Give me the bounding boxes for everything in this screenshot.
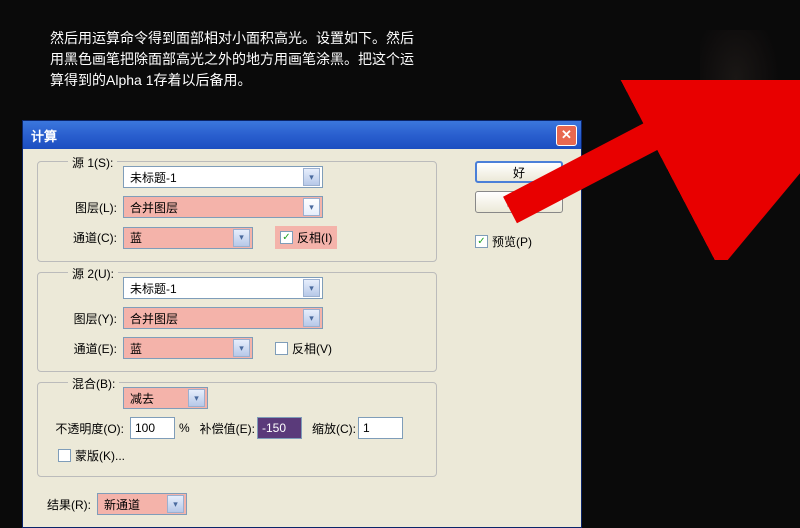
dialog-title: 计算	[31, 126, 57, 145]
source2-label: 源 2(U):	[68, 265, 118, 282]
offset-label: 补偿值(E):	[200, 420, 255, 437]
source1-channel-label: 通道(C):	[48, 229, 123, 246]
dialog-side-buttons: 好 取消 ✓ 预览(P)	[475, 161, 563, 250]
source1-group: 源 1(S): . 未标题-1 ▾ 图层(L): 合并图层 ▾ 通道(C): 蓝	[37, 161, 437, 262]
cancel-button[interactable]: 取消	[475, 191, 563, 213]
chevron-down-icon: ▾	[188, 389, 205, 407]
source2-channel-value: 蓝	[130, 340, 142, 357]
chevron-down-icon: ▾	[303, 309, 320, 327]
source2-layer-label: 图层(Y):	[48, 310, 123, 327]
blend-group: 混合(B): . 减去 ▾ 不透明度(O): 100 % 补偿值(E): -15…	[37, 382, 437, 477]
preview-label: 预览(P)	[492, 233, 532, 250]
source1-layer-label: 图层(L):	[48, 199, 123, 216]
source1-channel-value: 蓝	[130, 229, 142, 246]
checkbox-icon: ✓	[475, 235, 488, 248]
chevron-down-icon: ▾	[303, 198, 320, 216]
source1-invert-label: 反相(I)	[297, 229, 332, 246]
instruction-text: 然后用运算命令得到面部相对小面积高光。设置如下。然后用黑色画笔把除面部高光之外的…	[50, 28, 420, 91]
checkbox-icon	[275, 342, 288, 355]
result-row: 结果(R): 新通道 ▾	[37, 487, 567, 515]
chevron-down-icon: ▾	[233, 339, 250, 357]
preview-checkbox-wrap[interactable]: ✓ 预览(P)	[475, 233, 563, 250]
source2-channel-label: 通道(E):	[48, 340, 123, 357]
mask-label: 蒙版(K)...	[75, 447, 125, 464]
result-label: 结果(R):	[37, 496, 97, 513]
chevron-down-icon: ▾	[233, 229, 250, 247]
opacity-input[interactable]: 100	[130, 417, 175, 439]
source1-layer-select[interactable]: 合并图层 ▾	[123, 196, 323, 218]
scale-label: 缩放(C):	[312, 420, 356, 437]
close-icon: ✕	[561, 127, 572, 143]
dialog-titlebar[interactable]: 计算 ✕	[23, 121, 581, 149]
chevron-down-icon: ▾	[303, 168, 320, 186]
source2-select[interactable]: 未标题-1 ▾	[123, 277, 323, 299]
opacity-unit: %	[175, 421, 200, 435]
source2-layer-select[interactable]: 合并图层 ▾	[123, 307, 323, 329]
mask-checkbox-wrap[interactable]: 蒙版(K)...	[58, 447, 125, 464]
source1-layer-value: 合并图层	[130, 199, 178, 216]
checkbox-icon	[58, 449, 71, 462]
source2-invert-checkbox-wrap[interactable]: 反相(V)	[275, 340, 332, 357]
blend-mode-select[interactable]: 减去 ▾	[123, 387, 208, 409]
source1-label: 源 1(S):	[68, 154, 117, 171]
blend-mode-value: 减去	[130, 390, 154, 407]
source1-channel-select[interactable]: 蓝 ▾	[123, 227, 253, 249]
close-button[interactable]: ✕	[556, 125, 577, 146]
source2-invert-label: 反相(V)	[292, 340, 332, 357]
chevron-down-icon: ▾	[303, 279, 320, 297]
source1-value: 未标题-1	[130, 169, 177, 186]
offset-input[interactable]: -150	[257, 417, 302, 439]
blend-label: 混合(B):	[68, 375, 119, 392]
opacity-label: 不透明度(O):	[48, 420, 130, 437]
result-value: 新通道	[104, 496, 140, 513]
scale-input[interactable]: 1	[358, 417, 403, 439]
source1-invert-checkbox-wrap[interactable]: ✓ 反相(I)	[275, 226, 337, 249]
ok-button[interactable]: 好	[475, 161, 563, 183]
chevron-down-icon: ▾	[167, 495, 184, 513]
source2-value: 未标题-1	[130, 280, 177, 297]
checkbox-icon: ✓	[280, 231, 293, 244]
background-face-image	[700, 30, 780, 150]
source2-channel-select[interactable]: 蓝 ▾	[123, 337, 253, 359]
source1-select[interactable]: 未标题-1 ▾	[123, 166, 323, 188]
source2-layer-value: 合并图层	[130, 310, 178, 327]
calculations-dialog: 计算 ✕ 源 1(S): . 未标题-1 ▾ 图层(L): 合并图层 ▾	[22, 120, 582, 528]
source2-group: 源 2(U): . 未标题-1 ▾ 图层(Y): 合并图层 ▾ 通道(E): 蓝	[37, 272, 437, 372]
result-select[interactable]: 新通道 ▾	[97, 493, 187, 515]
